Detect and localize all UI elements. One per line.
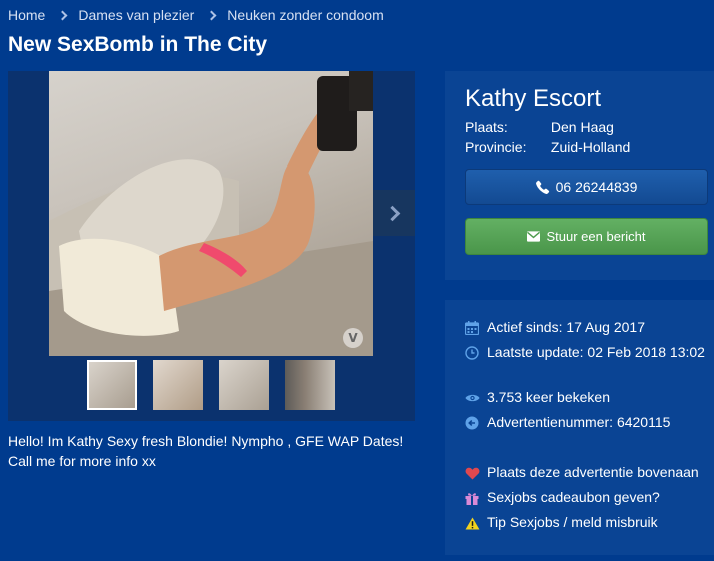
main-photo[interactable]: V [49,71,373,356]
calendar-icon [465,319,487,337]
place-value: Den Haag [550,119,614,135]
chevron-right-icon [57,10,68,20]
province-label: Provincie: [465,139,527,155]
photo-illustration [49,71,373,356]
thumbnail-3[interactable] [219,360,269,410]
thumbnail-1[interactable] [87,360,137,410]
province-row: Provincie: Zuid-Holland [465,139,630,155]
stat-views: 3.753 keer bekeken [465,389,610,410]
breadcrumb-home[interactable]: Home [8,7,45,23]
breadcrumb-neuken-zonder-condoom[interactable]: Neuken zonder condoom [227,7,383,23]
ad-number-text: Advertentienummer: 6420115 [487,414,671,430]
breadcrumb-dames-van-plezier[interactable]: Dames van plezier [78,7,194,23]
stat-ad-number: Advertentienummer: 6420115 [465,414,670,435]
province-value: Zuid-Holland [550,139,631,155]
report-abuse-link[interactable]: Tip Sexjobs / meld misbruik [465,514,658,535]
gift-icon [465,489,487,507]
thumbnail-2[interactable] [153,360,203,410]
next-photo-button[interactable] [373,190,415,236]
ad-description: Hello! Im Kathy Sexy fresh Blondie! Nymp… [8,433,404,469]
clock-icon [465,344,487,362]
place-label: Plaats: [465,119,508,135]
arrow-circle-icon [465,414,487,432]
active-since-text: Actief sinds: 17 Aug 2017 [487,319,645,335]
chevron-right-icon [384,205,400,221]
stats-card: Actief sinds: 17 Aug 2017 Laatste update… [445,300,714,555]
promote-ad-label: Plaats deze advertentie bovenaan [487,464,699,480]
phone-button[interactable]: 06 26244839 [465,169,708,205]
promote-ad-link[interactable]: Plaats deze advertentie bovenaan [465,464,699,485]
stat-last-update: Laatste update: 02 Feb 2018 13:02 [465,344,707,365]
breadcrumb: Home Dames van plezier Neuken zonder con… [8,6,384,24]
profile-name: Kathy Escort [465,85,602,112]
stat-active-since: Actief sinds: 17 Aug 2017 [465,319,645,340]
send-message-label: Stuur een bericht [546,229,646,244]
report-abuse-label: Tip Sexjobs / meld misbruik [487,514,658,530]
photo-gallery: V [8,71,415,421]
eye-icon [465,389,487,407]
chevron-right-icon [206,10,217,20]
heart-icon [465,464,487,482]
gift-voucher-label: Sexjobs cadeaubon geven? [487,489,660,505]
last-update-text: Laatste update: 02 Feb 2018 13:02 [487,344,705,360]
thumbnail-4[interactable] [285,360,335,410]
phone-icon [535,180,550,194]
page-title: New SexBomb in The City [8,33,268,56]
views-text: 3.753 keer bekeken [487,389,610,405]
send-message-button[interactable]: Stuur een bericht [465,218,708,255]
thumbnail-strip [87,360,335,410]
place-row: Plaats: Den Haag [465,119,614,135]
watermark-logo: V [343,328,363,348]
profile-card: Kathy Escort Plaats: Den Haag Provincie:… [445,71,714,280]
warning-icon [465,514,487,532]
envelope-icon [527,231,541,242]
gift-voucher-link[interactable]: Sexjobs cadeaubon geven? [465,489,660,510]
phone-number: 06 26244839 [555,179,638,195]
